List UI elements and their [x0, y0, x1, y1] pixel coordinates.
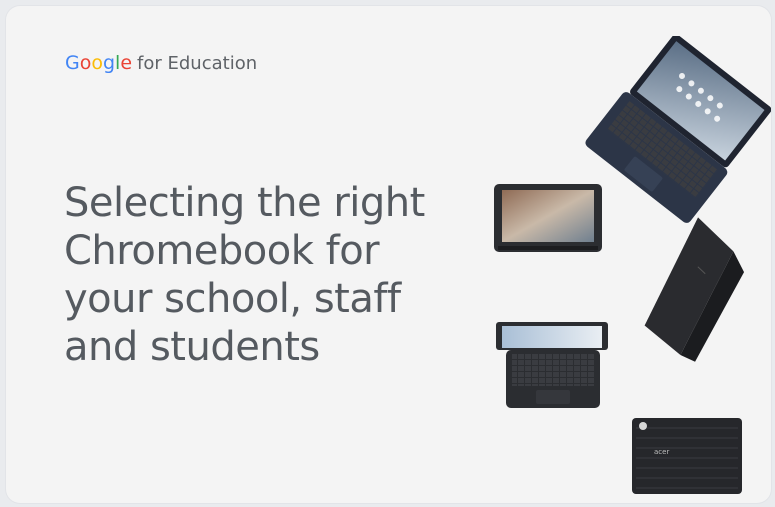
brand-letter-o2: o [91, 52, 103, 74]
chromebook-collage: acer [476, 36, 771, 503]
page-title: Selecting the right Chromebook for your … [64, 179, 464, 371]
chromebook-closed-lid: acer [632, 418, 742, 494]
chromebook-tablet-mode [494, 184, 602, 252]
google-for-education-logo[interactable]: Google for Education [65, 54, 257, 73]
brand-letter-o1: o [79, 52, 92, 74]
chrome-icon [639, 422, 647, 430]
brand-suffix: for Education [137, 53, 258, 74]
brand-letter-g: g [102, 52, 116, 74]
headline-line-2: Chromebook for [64, 228, 380, 274]
acer-logo: acer [654, 448, 669, 456]
chromebook-open-tilted [585, 36, 771, 223]
chromebook-collage-art: acer [494, 36, 771, 494]
chromebook-tent-mode [644, 217, 745, 362]
brand-letter-e: e [120, 52, 133, 74]
headline-line-3: your school, staff [64, 276, 401, 322]
promo-card: Google for Education Selecting the right … [6, 6, 771, 503]
chromebook-open-front [496, 322, 608, 408]
brand-letter-G: G [65, 52, 80, 74]
headline-line-4: and students [64, 324, 320, 370]
headline-line-1: Selecting the right [64, 180, 425, 226]
